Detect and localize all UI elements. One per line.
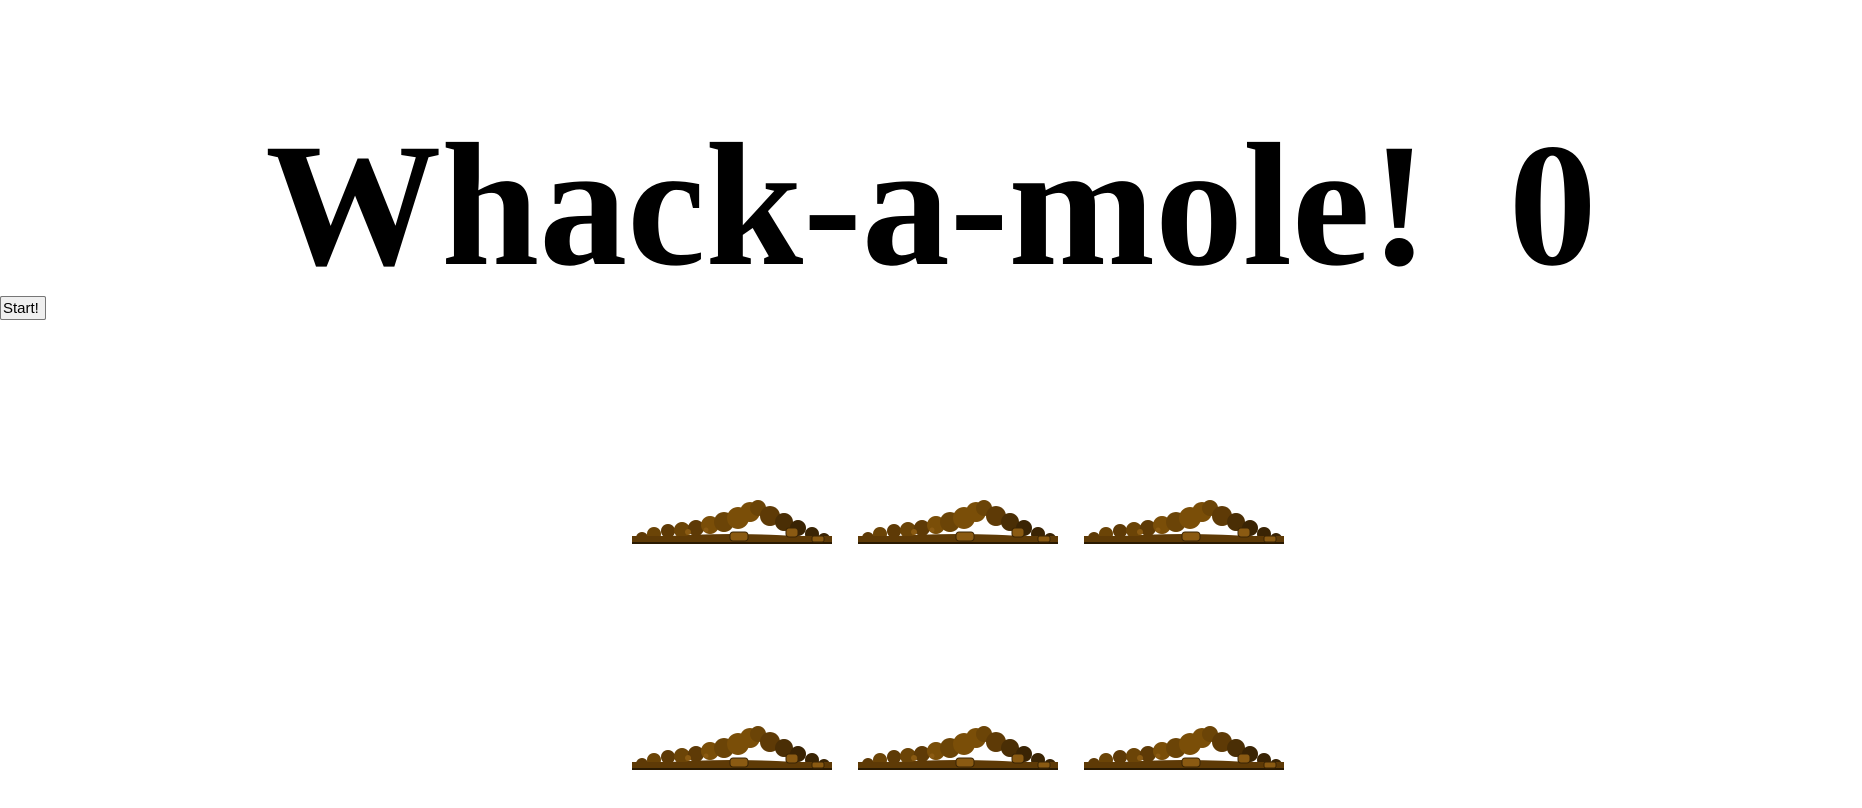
score-counter: 0 — [1508, 108, 1597, 303]
dirt-mound-icon — [858, 500, 1058, 544]
title-text: Whack-a-mole! — [265, 108, 1429, 303]
game-title: Whack-a-mole! 0 — [0, 118, 1862, 294]
dirt-mound-icon — [858, 726, 1058, 770]
hole-6[interactable] — [1084, 724, 1284, 770]
hole-4[interactable] — [632, 724, 832, 770]
hole-1[interactable] — [632, 498, 832, 544]
dirt-mound-icon — [632, 726, 832, 770]
hole-3[interactable] — [1084, 498, 1284, 544]
dirt-mound-icon — [1084, 726, 1284, 770]
hole-5[interactable] — [858, 724, 1058, 770]
start-button[interactable]: Start! — [0, 296, 46, 320]
hole-2[interactable] — [858, 498, 1058, 544]
dirt-mound-icon — [1084, 500, 1284, 544]
dirt-mound-icon — [632, 500, 832, 544]
